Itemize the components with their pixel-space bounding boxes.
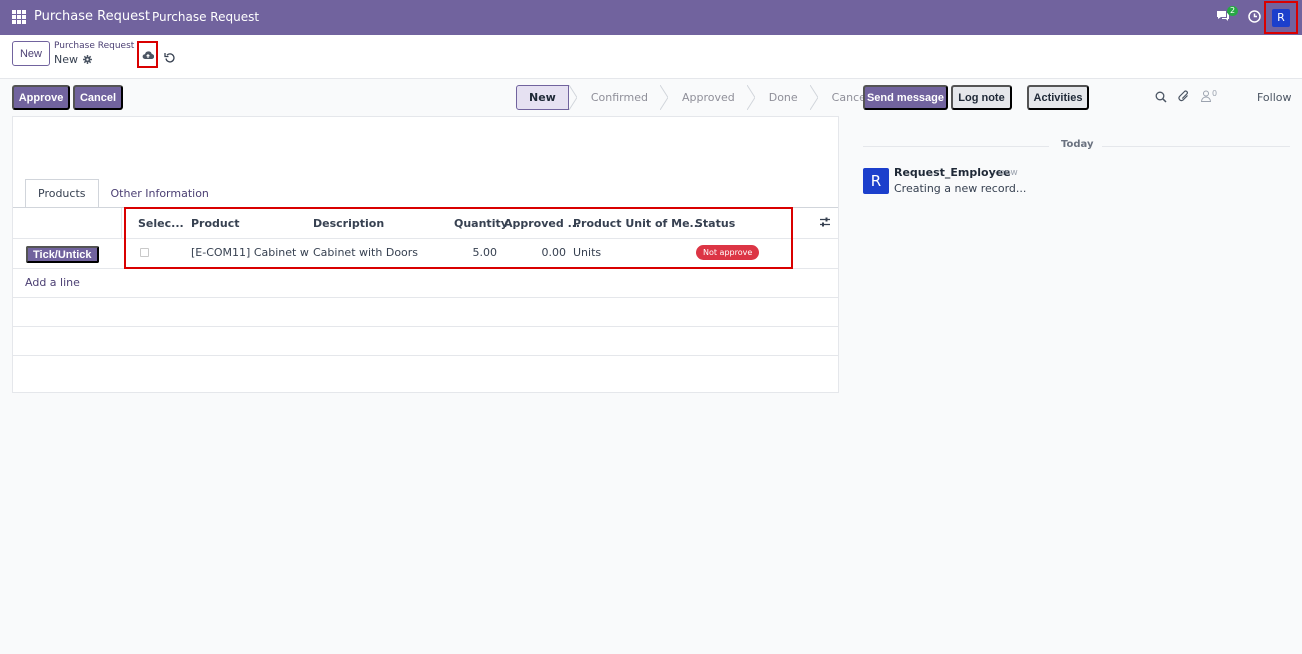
tab-products[interactable]: Products <box>25 179 99 208</box>
cloud-upload-icon <box>142 50 154 59</box>
stage-done[interactable]: Done <box>755 85 810 110</box>
cell-approved[interactable]: 0.00 <box>518 246 567 259</box>
empty-row-divider <box>13 297 838 298</box>
column-uom[interactable]: Product Unit of Me... <box>573 217 702 230</box>
cell-product[interactable]: [E-COM11] Cabinet wi... <box>191 246 309 259</box>
column-description[interactable]: Description <box>313 217 384 230</box>
stage-new[interactable]: New <box>516 85 569 110</box>
stage-separator-icon <box>809 85 818 110</box>
activities-button[interactable]: Activities <box>1027 85 1089 110</box>
status-badge: Not approve <box>696 245 760 260</box>
app-brand[interactable]: Purchase Request <box>34 9 150 24</box>
new-record-button[interactable]: New <box>12 41 50 66</box>
follower-count: 0 <box>1212 89 1218 98</box>
column-divider <box>121 208 122 239</box>
log-note-button[interactable]: Log note <box>951 85 1012 110</box>
gear-icon[interactable] <box>83 55 92 64</box>
approve-button[interactable]: Approve <box>12 85 70 110</box>
breadcrumb-current: New <box>54 53 92 66</box>
control-panel: New Purchase Request New <box>0 35 1302 79</box>
form-sheet: Products Other Information Selec... Prod… <box>12 116 839 393</box>
breadcrumb-parent[interactable]: Purchase Request <box>54 41 134 51</box>
notebook-tabs: Products Other Information <box>25 179 221 208</box>
message-time: - now <box>993 168 1018 178</box>
optional-columns-icon[interactable] <box>819 216 831 228</box>
tab-other-information[interactable]: Other Information <box>99 179 221 208</box>
column-product[interactable]: Product <box>191 217 240 230</box>
empty-row-divider <box>13 326 838 327</box>
stage-separator-icon <box>659 85 668 110</box>
column-select[interactable]: Selec... <box>138 217 184 230</box>
user-menu[interactable]: R <box>1264 1 1298 34</box>
send-message-button[interactable]: Send message <box>863 85 948 110</box>
discard-changes-icon[interactable] <box>164 52 175 63</box>
message-avatar[interactable]: R <box>863 168 889 194</box>
activity-clock-icon[interactable] <box>1248 10 1261 23</box>
paperclip-icon[interactable] <box>1178 90 1190 103</box>
cell-quantity[interactable]: 5.00 <box>453 246 498 259</box>
cell-uom[interactable]: Units <box>573 246 601 259</box>
day-separator-label: Today <box>1061 139 1094 150</box>
nav-menu-purchase-request[interactable]: Purchase Request <box>152 10 259 24</box>
column-quantity[interactable]: Quantity <box>454 217 508 230</box>
add-line-link[interactable]: Add a line <box>25 276 80 289</box>
cancel-button[interactable]: Cancel <box>73 85 123 110</box>
breadcrumb-current-label: New <box>54 53 78 66</box>
top-navbar: Purchase Request Purchase Request 2 R <box>0 0 1302 35</box>
tick-untick-button[interactable]: Tick/Untick <box>26 246 99 263</box>
day-separator-line <box>863 146 1049 147</box>
cell-description[interactable]: Cabinet with Doors <box>313 246 418 259</box>
message-body: Creating a new record... <box>894 182 1027 195</box>
stage-separator-icon <box>746 85 755 110</box>
select-checkbox[interactable] <box>140 248 149 257</box>
product-list-header: Selec... Product Description Quantity Ap… <box>13 208 838 239</box>
apps-menu-icon[interactable] <box>12 10 26 24</box>
stage-approved[interactable]: Approved <box>668 85 747 110</box>
stage-separator-icon <box>568 85 577 110</box>
search-icon[interactable] <box>1155 91 1167 103</box>
column-approved[interactable]: Approved ... <box>504 217 580 230</box>
day-separator-line <box>1102 146 1290 147</box>
follow-button[interactable]: Follow <box>1257 91 1292 104</box>
stage-confirmed[interactable]: Confirmed <box>577 85 660 110</box>
status-bar: New Confirmed Approved Done Cancelled <box>516 85 898 110</box>
empty-row-divider <box>13 355 838 356</box>
chat-unread-badge: 2 <box>1227 6 1239 16</box>
followers-icon[interactable] <box>1200 90 1212 102</box>
column-status[interactable]: Status <box>695 217 735 230</box>
save-button[interactable] <box>137 41 158 68</box>
user-avatar: R <box>1272 9 1290 27</box>
